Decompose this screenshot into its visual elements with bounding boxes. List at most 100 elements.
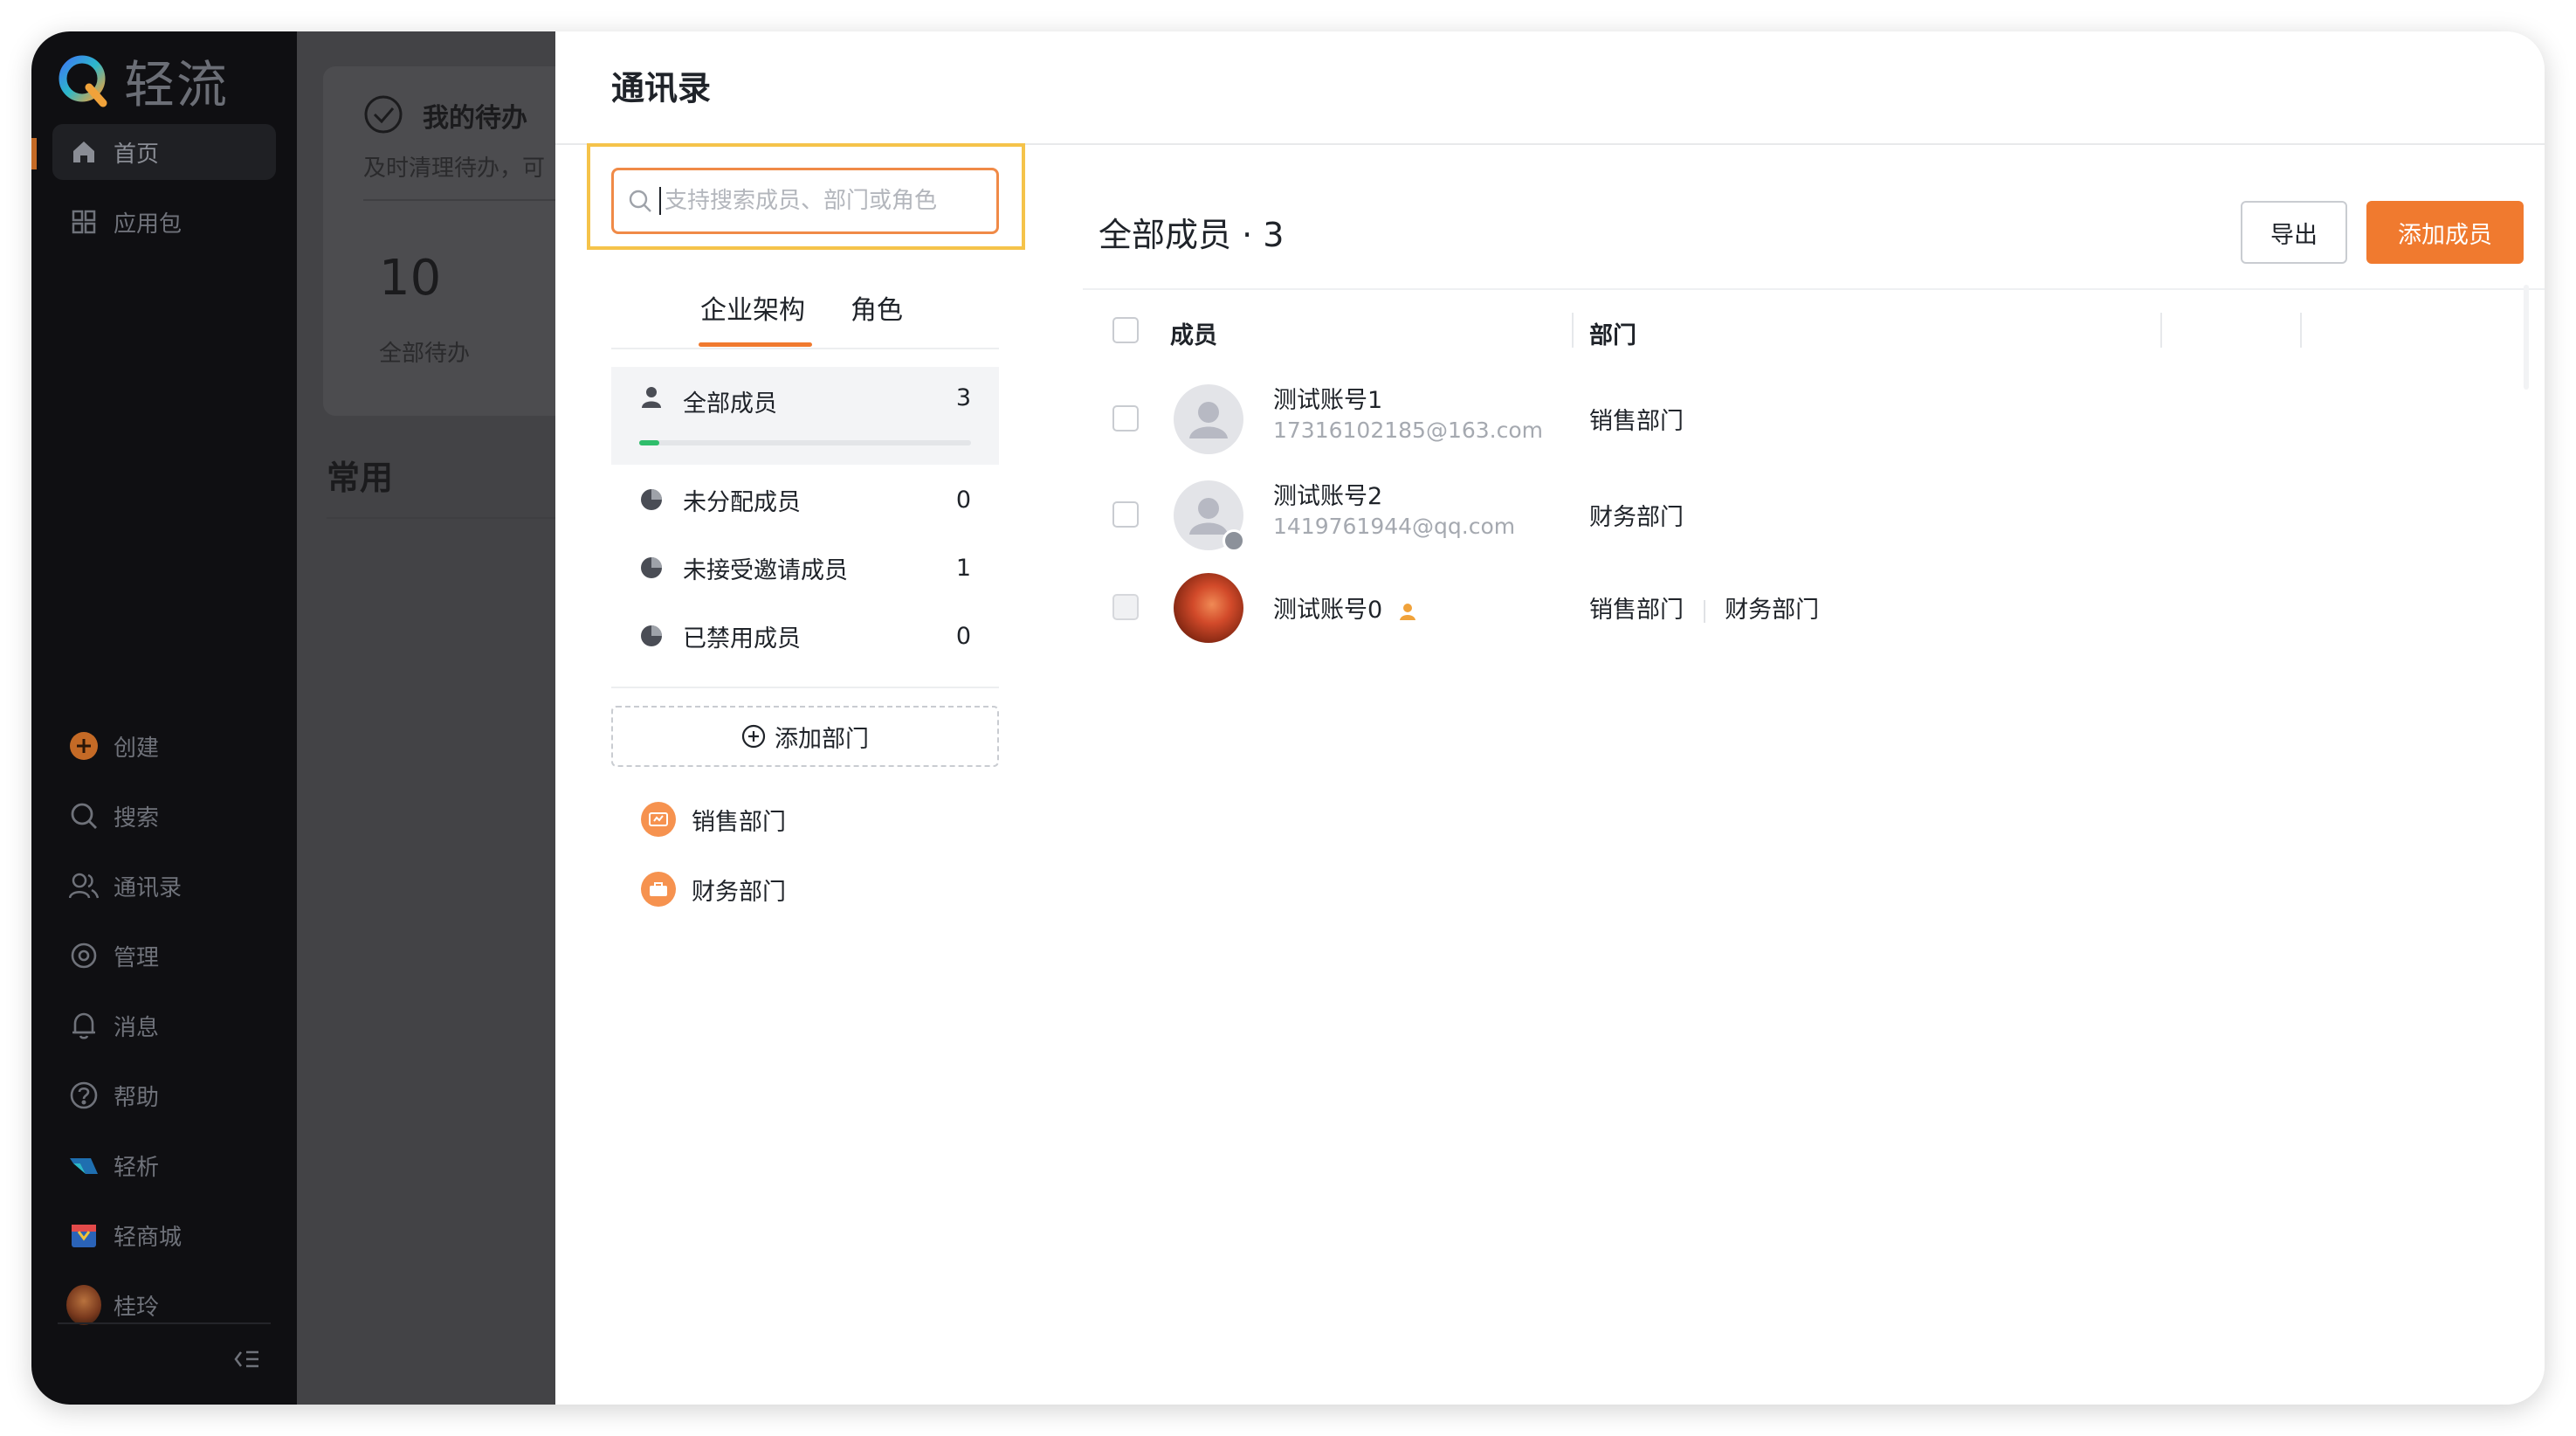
- group-label: 未接受邀请成员: [683, 556, 848, 584]
- sidebar-item-label: 应用包: [114, 211, 183, 238]
- pie-icon: [639, 487, 664, 512]
- separator: [1703, 599, 1705, 623]
- user-icon: [639, 384, 664, 409]
- department-item-sales[interactable]: 销售部门: [641, 793, 786, 846]
- member-department: 销售部门: [1589, 408, 1684, 435]
- home-icon: [66, 135, 101, 169]
- member-department: 销售部门: [1589, 597, 1684, 624]
- group-count: 3: [955, 384, 971, 411]
- sidebar-item-label: 桂玲: [114, 1294, 160, 1321]
- app-name: 轻流: [124, 55, 230, 114]
- group-count: 0: [955, 486, 971, 514]
- department-icon: [641, 802, 676, 837]
- sidebar-item-user[interactable]: 桂玲: [52, 1277, 276, 1333]
- progress-fill: [639, 440, 659, 445]
- sidebar-item-store[interactable]: 轻商城: [52, 1207, 276, 1263]
- export-button[interactable]: 导出: [2241, 201, 2347, 264]
- search-input[interactable]: [663, 187, 981, 215]
- sidebar-item-help[interactable]: 帮助: [52, 1067, 276, 1123]
- member-name: 测试账号0: [1273, 597, 1383, 624]
- sidebar-item-manage[interactable]: 管理: [52, 928, 276, 984]
- store-icon: [66, 1218, 101, 1253]
- contacts-icon: [66, 868, 101, 903]
- column-header-member: 成员: [1170, 322, 1217, 349]
- settings-icon: [66, 938, 101, 973]
- member-quota-progress: [639, 440, 971, 445]
- user-avatar: [66, 1285, 101, 1325]
- member-email: 17316102185@163.com: [1273, 418, 1544, 443]
- group-disabled-members[interactable]: 已禁用成员 0: [611, 604, 999, 667]
- avatar: [1174, 573, 1243, 643]
- sidebar-item-create[interactable]: 创建: [52, 718, 276, 774]
- add-department-label: 添加部门: [775, 725, 869, 753]
- group-label: 全部成员: [683, 390, 777, 418]
- sidebar-item-label: 轻商城: [114, 1224, 183, 1251]
- sidebar-item-messages[interactable]: 消息: [52, 998, 276, 1053]
- add-department-button[interactable]: 添加部门: [611, 706, 999, 767]
- todo-title: 我的待办: [423, 103, 527, 134]
- column-separator: [1572, 313, 1574, 348]
- app-logo[interactable]: 轻流: [56, 44, 229, 117]
- home-background: 我的待办 及时清理待办，可 10 全部待办 常用: [297, 31, 555, 1405]
- search-icon: [628, 189, 652, 213]
- sidebar-item-contacts[interactable]: 通讯录: [52, 858, 276, 914]
- search-box[interactable]: [611, 168, 999, 234]
- table-row[interactable]: 测试账号2 1419761944@qq.com 财务部门: [1083, 470, 2524, 557]
- logo-icon: [59, 55, 107, 107]
- pending-clock-icon: [1223, 529, 1245, 552]
- sidebar-item-home[interactable]: 首页: [52, 124, 276, 180]
- check-circle-icon: [364, 95, 403, 134]
- table-row[interactable]: 测试账号0 销售部门 财务部门: [1083, 563, 2524, 650]
- department-item-finance[interactable]: 财务部门: [641, 863, 786, 915]
- contacts-panel: 通讯录 企业架构 角色 全部成员 3 未分配成员: [555, 31, 2545, 1405]
- sidebar-item-label: 通讯录: [114, 874, 183, 901]
- todo-count: 10: [379, 250, 442, 307]
- group-count: 0: [955, 622, 971, 650]
- sidebar-item-app-package[interactable]: 应用包: [52, 194, 276, 250]
- search-icon: [66, 798, 101, 833]
- help-icon: [66, 1078, 101, 1113]
- member-name: 测试账号2: [1273, 483, 1383, 510]
- add-member-button[interactable]: 添加成员: [2366, 201, 2524, 264]
- group-all-members[interactable]: 全部成员 3: [611, 367, 999, 465]
- bell-icon: [66, 1008, 101, 1043]
- app-window: 轻流 首页 应用包 创建 搜索 通讯录 管理 消息 帮助 轻析 轻商城 桂玲 我…: [31, 31, 2545, 1405]
- tab-roles[interactable]: 角色: [851, 288, 903, 327]
- plus-circle-icon: [741, 724, 766, 749]
- sidebar-item-label: 创建: [114, 735, 160, 762]
- member-email: 1419761944@qq.com: [1273, 514, 1516, 539]
- member-department: 财务部门: [1589, 504, 1684, 531]
- panel-title: 通讯录: [611, 69, 712, 107]
- table-row[interactable]: 测试账号1 17316102185@163.com 销售部门: [1083, 374, 2524, 461]
- group-label: 未分配成员: [683, 488, 801, 516]
- row-checkbox[interactable]: [1112, 501, 1139, 528]
- department-label: 财务部门: [692, 878, 786, 906]
- select-all-checkbox[interactable]: [1112, 317, 1139, 343]
- tab-bar: 企业架构 角色: [611, 267, 999, 349]
- group-pending-invite-members[interactable]: 未接受邀请成员 1: [611, 536, 999, 599]
- scrollbar[interactable]: [2524, 285, 2529, 390]
- text-caret: [659, 187, 661, 215]
- member-list-title: 全部成员 · 3: [1099, 216, 1285, 254]
- sidebar: 轻流 首页 应用包 创建 搜索 通讯录 管理 消息 帮助 轻析 轻商城 桂玲: [31, 31, 297, 1405]
- active-indicator: [31, 138, 37, 169]
- collapse-sidebar-icon[interactable]: [234, 1349, 260, 1370]
- todo-subtitle: 及时清理待办，可: [363, 155, 546, 182]
- column-header-department: 部门: [1589, 322, 1636, 349]
- tab-org-structure[interactable]: 企业架构: [700, 288, 805, 327]
- sidebar-item-label: 轻析: [114, 1154, 160, 1181]
- sidebar-item-analytics[interactable]: 轻析: [52, 1137, 276, 1193]
- row-checkbox[interactable]: [1112, 405, 1139, 431]
- table-header: 成员 部门: [1083, 309, 2524, 351]
- group-unassigned-members[interactable]: 未分配成员 0: [611, 468, 999, 531]
- group-count: 1: [955, 554, 971, 582]
- grid-icon: [66, 204, 101, 239]
- pie-icon: [639, 624, 664, 648]
- group-label: 已禁用成员: [683, 625, 801, 652]
- sidebar-item-search[interactable]: 搜索: [52, 788, 276, 844]
- active-tab-indicator: [699, 342, 812, 347]
- sidebar-item-label: 首页: [114, 141, 160, 168]
- sidebar-item-label: 管理: [114, 944, 160, 971]
- analytics-icon: [66, 1148, 101, 1183]
- department-label: 销售部门: [692, 808, 786, 836]
